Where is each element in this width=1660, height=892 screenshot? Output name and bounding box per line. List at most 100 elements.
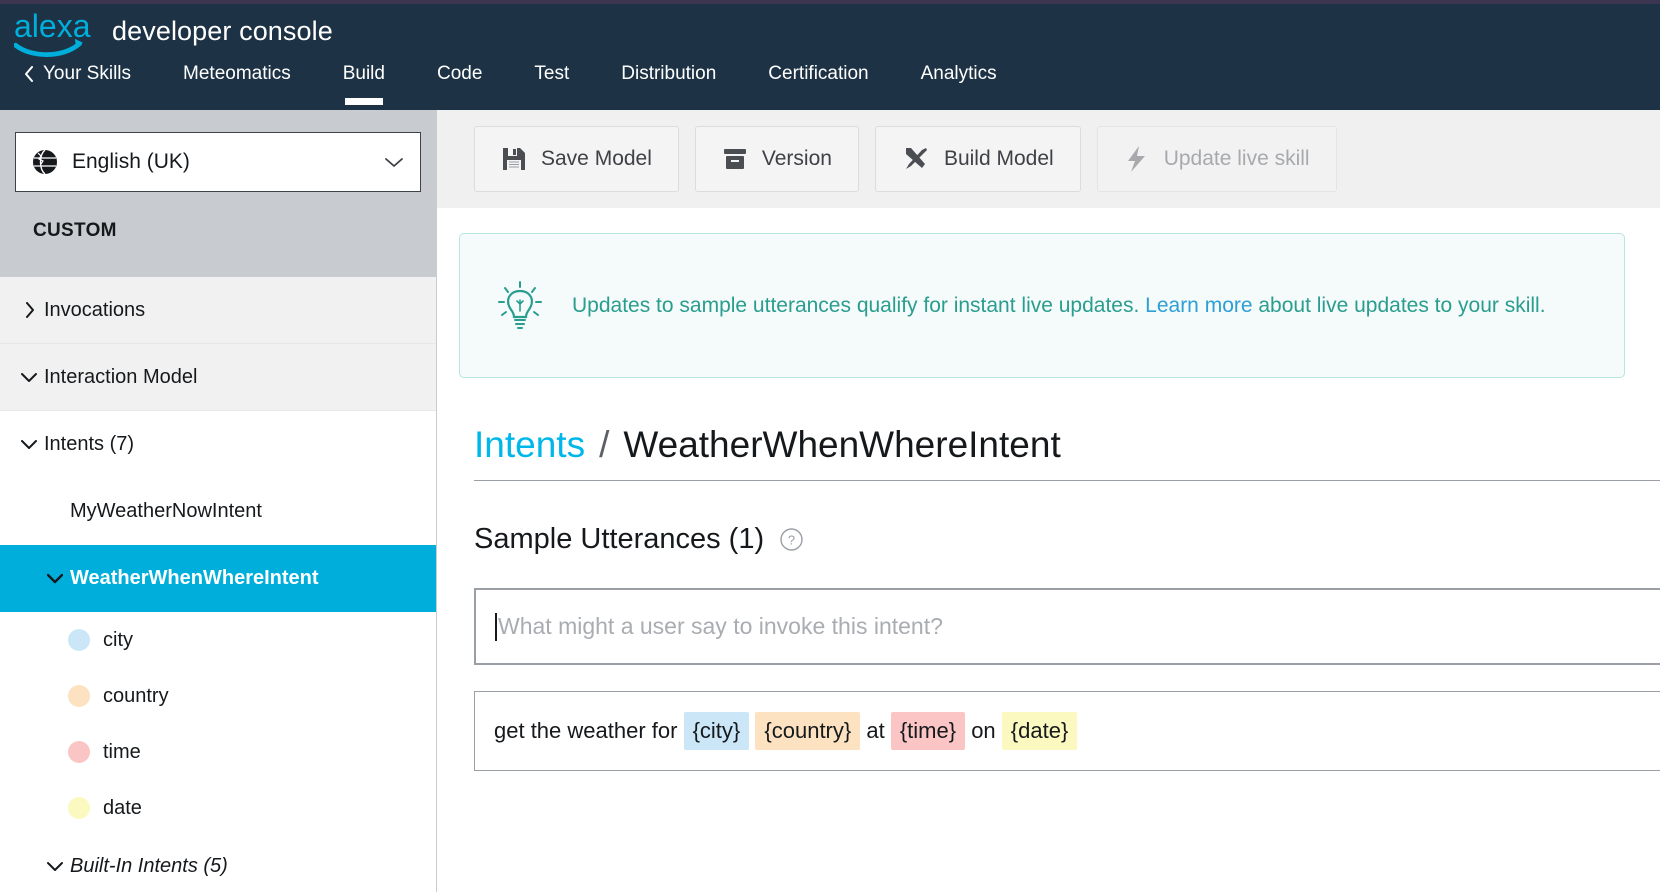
- top-bar: alexa developer console Your Skills Mete…: [0, 0, 1660, 110]
- lightning-bolt-icon: [1127, 146, 1145, 172]
- nav-label-analytics: Analytics: [920, 63, 997, 84]
- slot-color-dot: [68, 629, 90, 651]
- breadcrumb: Intents / WeatherWhenWhereIntent: [474, 424, 1660, 481]
- version-button[interactable]: Version: [694, 126, 859, 192]
- alexa-logo-icon: alexa: [14, 8, 91, 57]
- chevron-down-icon: [14, 439, 44, 450]
- nav-item-certification[interactable]: Certification: [742, 58, 894, 83]
- app-title: developer console: [112, 15, 333, 46]
- sidebar-item-invocations[interactable]: Invocations: [0, 277, 436, 344]
- update-live-skill-button[interactable]: Update live skill: [1096, 126, 1337, 192]
- slot-color-dot: [68, 741, 90, 763]
- sidebar-slot-label-country: country: [103, 684, 169, 707]
- chevron-down-icon: [40, 861, 70, 872]
- lightbulb-icon: [498, 280, 542, 329]
- save-model-label: Save Model: [541, 147, 652, 170]
- banner-text-before: Updates to sample utterances qualify for…: [572, 293, 1146, 317]
- nav-item-build[interactable]: Build: [317, 58, 411, 83]
- sidebar-slot-date[interactable]: date: [0, 780, 436, 836]
- nav-label-certification: Certification: [768, 63, 869, 84]
- build-model-button[interactable]: Build Model: [874, 126, 1081, 192]
- sidebar-slot-city[interactable]: city: [0, 612, 436, 668]
- slot-color-dot: [68, 797, 90, 819]
- build-model-label: Build Model: [943, 147, 1054, 170]
- sidebar-slot-label-date: date: [103, 796, 142, 819]
- nav-item-distribution[interactable]: Distribution: [595, 58, 742, 83]
- breadcrumb-parent-link[interactable]: Intents: [474, 424, 585, 466]
- slot-chip-country[interactable]: {country}: [755, 712, 861, 750]
- model-toolbar: Save Model Version Build Model Update li…: [437, 110, 1660, 208]
- save-model-button[interactable]: Save Model: [474, 126, 679, 192]
- main-content: Save Model Version Build Model Update li…: [437, 110, 1660, 892]
- banner-text: Updates to sample utterances qualify for…: [572, 292, 1546, 319]
- svg-text:alexa: alexa: [14, 8, 91, 44]
- version-label: Version: [761, 147, 832, 170]
- chevron-left-icon: [25, 65, 33, 82]
- slot-chip-date[interactable]: {date}: [1001, 712, 1078, 750]
- breadcrumb-divider: [474, 480, 1660, 481]
- hammer-wrench-icon: [905, 148, 927, 169]
- globe-icon: [33, 149, 57, 175]
- learn-more-link[interactable]: Learn more: [1145, 294, 1252, 317]
- floppy-disk-icon: [503, 148, 525, 170]
- utterance-token-text: on: [965, 718, 1002, 743]
- sample-utterances-header: Sample Utterances (1) ?: [474, 523, 1660, 556]
- nav-item-your-skills[interactable]: Your Skills: [18, 58, 157, 83]
- sidebar: English (UK) CUSTOM Invocations Interact…: [0, 110, 437, 892]
- breadcrumb-current: WeatherWhenWhereIntent: [623, 424, 1061, 465]
- live-updates-banner: Updates to sample utterances qualify for…: [459, 233, 1625, 378]
- sidebar-item-interaction-model[interactable]: Interaction Model: [0, 344, 436, 411]
- sidebar-item-weatherwhenwhereintent[interactable]: WeatherWhenWhereIntent: [0, 545, 436, 612]
- sidebar-label-intents: Intents (7): [44, 433, 135, 455]
- sidebar-slot-label-time: time: [103, 740, 141, 763]
- sidebar-label-interaction-model: Interaction Model: [44, 365, 198, 388]
- chevron-right-icon: [14, 302, 44, 318]
- slot-chip-time[interactable]: {time}: [890, 712, 966, 750]
- sidebar-label-myweathernowintent: MyWeatherNowIntent: [70, 500, 262, 522]
- sidebar-slot-country[interactable]: country: [0, 668, 436, 724]
- nav-item-test[interactable]: Test: [508, 58, 595, 83]
- slot-color-dot: [68, 685, 90, 707]
- locale-value: English (UK): [72, 150, 190, 173]
- question-mark-icon[interactable]: ?: [780, 528, 803, 551]
- sample-utterance-input[interactable]: What might a user say to invoke this int…: [474, 588, 1660, 665]
- nav-item-code[interactable]: Code: [411, 58, 508, 83]
- banner-text-after: about live updates to your skill.: [1252, 293, 1546, 317]
- chevron-down-icon: [40, 573, 70, 584]
- nav-label-your-skills: Your Skills: [43, 63, 132, 84]
- sidebar-label-built-in-intents: Built-In Intents (5): [70, 854, 228, 877]
- top-accent-stripe: [0, 0, 1660, 4]
- nav-label-test: Test: [534, 63, 570, 84]
- main-nav: Your Skills Meteomatics Build Code Test …: [18, 58, 1023, 110]
- slot-chip-city[interactable]: {city}: [683, 712, 750, 750]
- nav-item-meteomatics[interactable]: Meteomatics: [157, 58, 317, 83]
- nav-label-meteomatics: Meteomatics: [183, 63, 291, 84]
- nav-label-code: Code: [436, 63, 483, 84]
- utterance-token-text: get the weather for: [494, 718, 684, 743]
- sidebar-label-weatherwhenwhereintent: WeatherWhenWhereIntent: [70, 567, 319, 589]
- chevron-down-icon: [14, 372, 44, 383]
- sidebar-slot-time[interactable]: time: [0, 724, 436, 780]
- chevron-down-icon: [385, 158, 403, 167]
- nav-item-analytics[interactable]: Analytics: [895, 58, 1023, 83]
- brand: alexa developer console: [14, 8, 333, 60]
- update-live-skill-label: Update live skill: [1163, 147, 1310, 170]
- sidebar-section-label: CUSTOM: [33, 220, 117, 241]
- page-title: Sample Utterances (1): [474, 523, 765, 555]
- nav-label-distribution: Distribution: [621, 63, 717, 84]
- nav-label-build: Build: [342, 63, 385, 84]
- sample-utterance-placeholder: What might a user say to invoke this int…: [498, 613, 943, 639]
- sidebar-slot-label-city: city: [103, 628, 133, 651]
- sidebar-item-myweathernowintent[interactable]: MyWeatherNowIntent: [0, 478, 436, 545]
- breadcrumb-separator: /: [599, 424, 610, 465]
- svg-text:?: ?: [788, 533, 795, 548]
- utterance-token-text: at: [860, 718, 891, 743]
- sidebar-item-built-in-intents[interactable]: Built-In Intents (5): [0, 836, 436, 892]
- utterance-list-item[interactable]: get the weather for {city} {country} at …: [474, 691, 1660, 771]
- locale-zone: English (UK) CUSTOM: [0, 110, 436, 277]
- archive-box-icon: [723, 149, 746, 169]
- sidebar-label-invocations: Invocations: [44, 298, 146, 321]
- sidebar-item-intents[interactable]: Intents (7): [0, 411, 436, 478]
- text-caret: [495, 612, 497, 641]
- locale-dropdown[interactable]: English (UK): [15, 132, 421, 192]
